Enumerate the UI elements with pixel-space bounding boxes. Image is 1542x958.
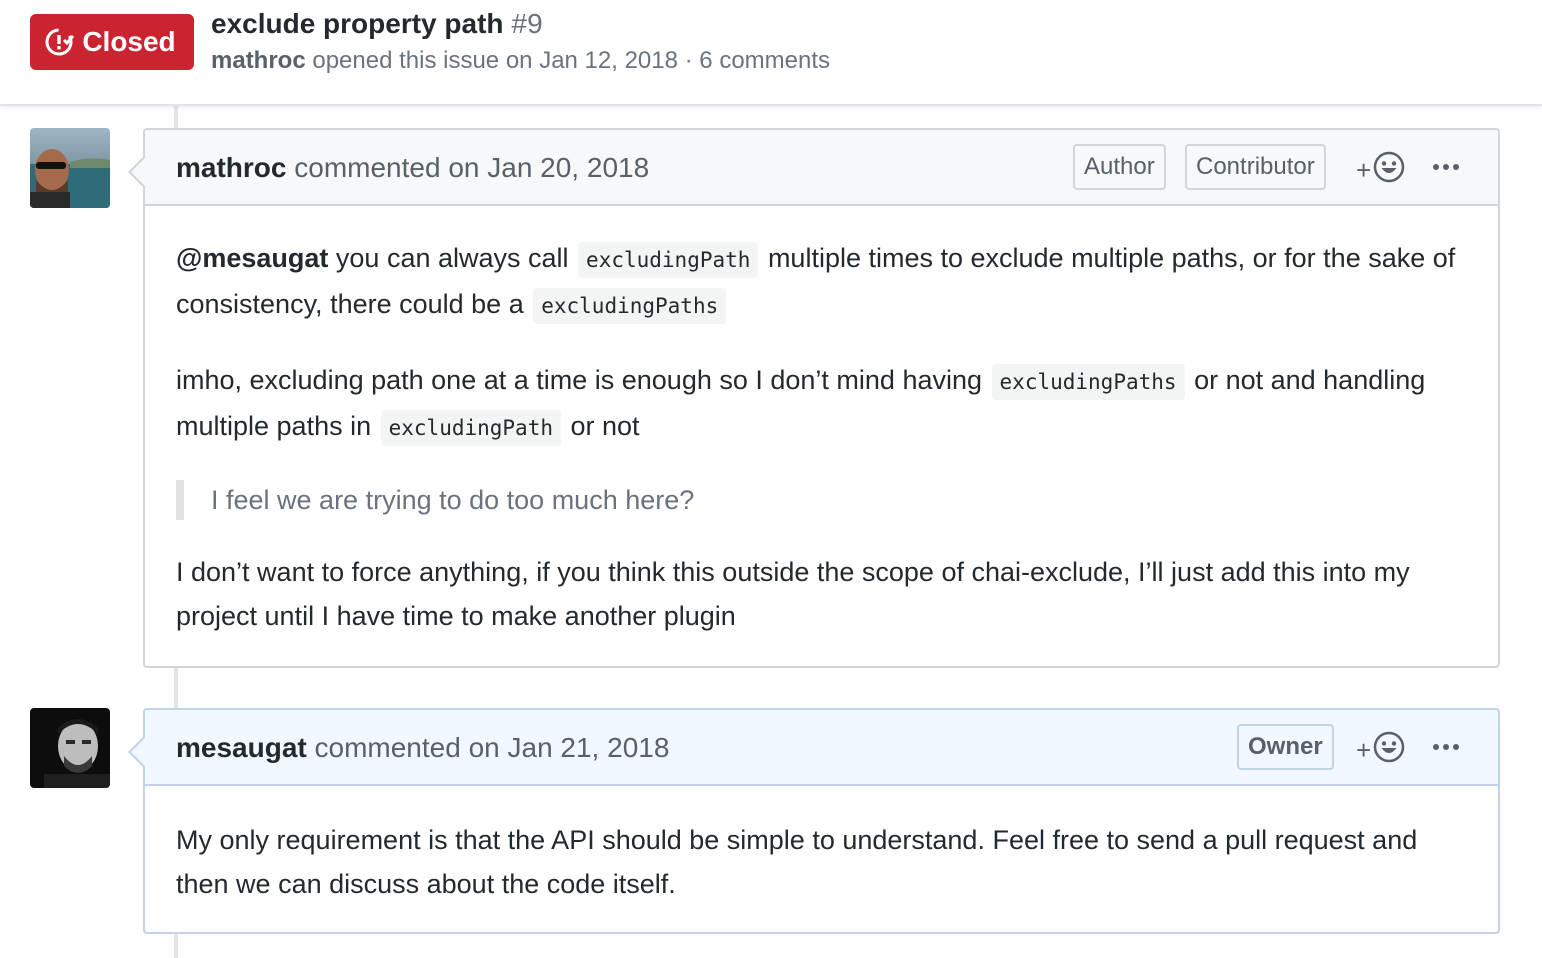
kebab-horizontal-icon [1432, 738, 1460, 756]
author-label: Author [1073, 144, 1166, 190]
issue-title: exclude property path #9 [211, 6, 543, 42]
plus-icon: + [1356, 735, 1372, 765]
blockquote: I feel we are trying to do too much here… [176, 480, 1467, 520]
comment-paragraph: I don’t want to force anything, if you t… [176, 557, 1410, 631]
comment-header: mesaugat commented on Jan 21, 2018 Owner… [128, 710, 1498, 786]
inline-code: excludingPath [380, 410, 561, 446]
issue-author-link[interactable]: mathroc [211, 47, 306, 74]
issue-header: Closed exclude property path #9 mathroc o… [0, 0, 1542, 106]
add-reaction-button[interactable]: + [1356, 731, 1412, 770]
issue-state-label: Closed [82, 26, 176, 57]
inline-code: excludingPaths [991, 364, 1185, 400]
comment-author-line: mathroc commented on Jan 20, 2018 [176, 150, 649, 186]
comment-author-line: mesaugat commented on Jan 21, 2018 [176, 730, 669, 766]
smiley-icon [1373, 731, 1405, 770]
avatar-mesaugat[interactable] [30, 708, 110, 788]
comment-timestamp[interactable]: commented on Jan 20, 2018 [294, 152, 649, 183]
kebab-horizontal-icon [1432, 158, 1460, 176]
user-mention[interactable]: @mesaugat [176, 243, 328, 273]
issue-closed-icon [44, 27, 75, 57]
comment-author-link[interactable]: mathroc [176, 152, 286, 183]
text-span: or not [570, 411, 640, 441]
comment-paragraph: imho, excluding path one at a time is en… [176, 358, 1467, 450]
contributor-label: Contributor [1185, 144, 1326, 190]
comment-arrow-inner [131, 158, 145, 186]
plus-icon: + [1356, 155, 1372, 185]
comment-paragraph: @mesaugat you can always call excludingP… [176, 236, 1467, 328]
comment-header: mathroc commented on Jan 20, 2018 Author… [128, 130, 1498, 206]
comment-mathroc: mathroc commented on Jan 20, 2018 Author… [128, 128, 1500, 668]
inline-code: excludingPaths [533, 288, 727, 324]
comment-arrow-inner [131, 738, 145, 766]
comment-author-link[interactable]: mesaugat [176, 732, 307, 763]
add-reaction-button[interactable]: + [1356, 151, 1412, 190]
issue-title-text: exclude property path [211, 8, 504, 39]
comment-mesaugat: mesaugat commented on Jan 21, 2018 Owner… [128, 708, 1500, 934]
smiley-icon [1373, 151, 1405, 190]
issue-number: #9 [511, 8, 543, 39]
more-options-button[interactable] [1431, 732, 1461, 762]
owner-label: Owner [1237, 724, 1334, 770]
avatar-mathroc[interactable] [30, 128, 110, 208]
comment-paragraph: My only requirement is that the API shou… [176, 825, 1418, 899]
inline-code: excludingPath [578, 242, 759, 278]
comment-timestamp[interactable]: commented on Jan 21, 2018 [315, 732, 670, 763]
issue-meta-text: opened this issue on Jan 12, 2018 · 6 co… [312, 47, 831, 74]
text-span: imho, excluding path one at a time is en… [176, 365, 983, 395]
more-options-button[interactable] [1431, 152, 1461, 182]
comment-body: My only requirement is that the API shou… [145, 786, 1498, 926]
comment-body: @mesaugat you can always call excludingP… [145, 206, 1498, 658]
issue-meta: mathroc opened this issue on Jan 12, 201… [211, 45, 830, 77]
text-span: you can always call [335, 243, 569, 273]
issue-state-badge: Closed [30, 14, 194, 70]
